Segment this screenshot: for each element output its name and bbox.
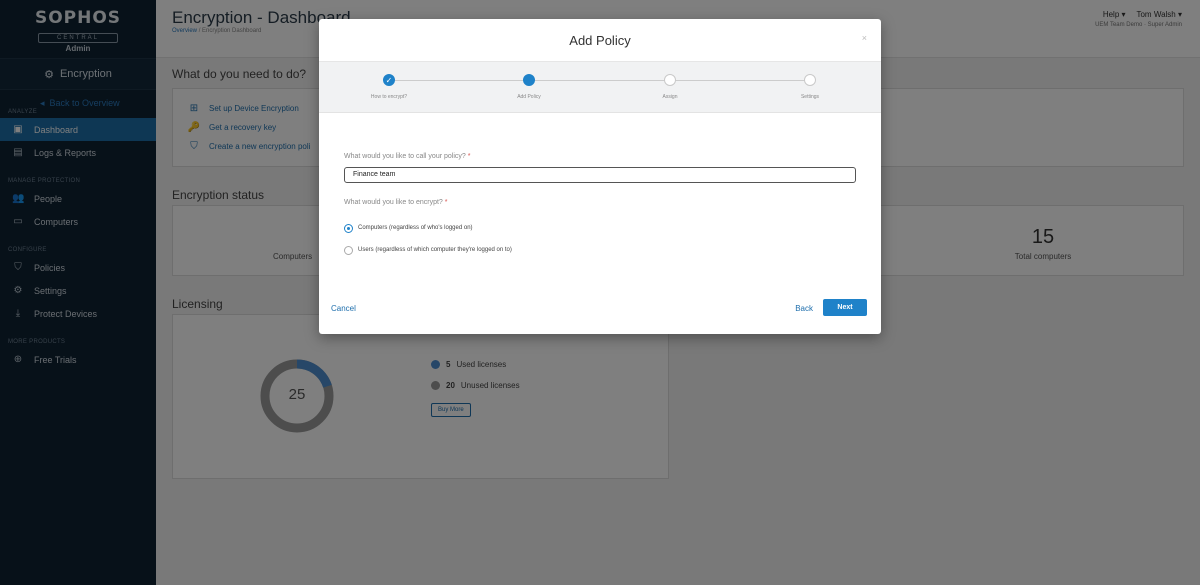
back-button[interactable]: Back: [795, 304, 813, 313]
encrypt-question: What would you like to encrypt? *: [344, 199, 448, 206]
required-mark: *: [444, 199, 448, 206]
add-policy-dialog: Add Policy × ✓ How to encrypt? Add Polic…: [319, 19, 881, 334]
dialog-title: Add Policy: [569, 32, 631, 48]
required-mark: *: [467, 153, 471, 160]
step-label: Settings: [800, 94, 820, 100]
check-icon: ✓: [383, 74, 395, 86]
option-users[interactable]: Users (regardless of which computer they…: [344, 245, 512, 255]
dialog-body: What would you like to call your policy?…: [319, 113, 881, 303]
cancel-button[interactable]: Cancel: [331, 304, 356, 313]
wizard-step-assign: Assign: [625, 74, 715, 100]
option-label: Users (regardless of which computer they…: [358, 247, 512, 253]
pending-step-dot: [664, 74, 676, 86]
wizard-track: [389, 80, 810, 81]
policy-name-question: What would you like to call your policy?…: [344, 153, 470, 160]
option-computers[interactable]: Computers (regardless of who's logged on…: [344, 223, 473, 233]
close-icon[interactable]: ×: [862, 33, 867, 43]
option-label: Computers (regardless of who's logged on…: [358, 225, 473, 231]
policy-name-input[interactable]: Finance team: [344, 167, 856, 183]
step-label: Assign: [662, 94, 678, 100]
wizard-step-how-to-encrypt: ✓ How to encrypt?: [344, 74, 434, 100]
dialog-header: Add Policy ×: [319, 19, 881, 62]
question-text: What would you like to encrypt?: [344, 199, 443, 206]
wizard-step-settings: Settings: [765, 74, 855, 100]
step-label: Add Policy: [517, 94, 541, 100]
pending-step-dot: [804, 74, 816, 86]
radio-users[interactable]: [344, 245, 353, 255]
wizard-step-add-policy: Add Policy: [484, 74, 574, 100]
current-step-dot: [523, 74, 535, 86]
step-label: How to encrypt?: [370, 94, 408, 100]
radio-computers[interactable]: [344, 223, 353, 233]
dialog-footer: Cancel Back Next: [319, 289, 881, 334]
question-text: What would you like to call your policy?: [344, 153, 466, 160]
next-button[interactable]: Next: [823, 299, 867, 316]
wizard-steps: ✓ How to encrypt? Add Policy Assign Sett…: [319, 62, 881, 113]
